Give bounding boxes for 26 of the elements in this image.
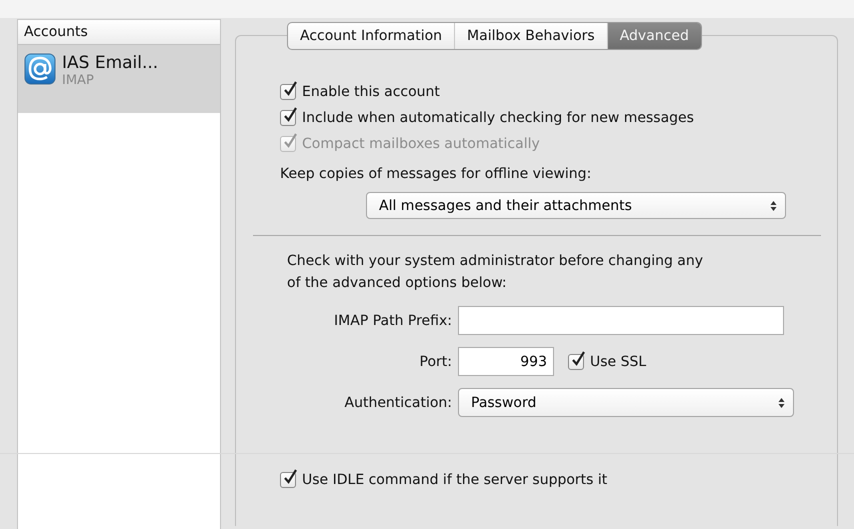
offline-label: Keep copies of messages for offline viewing: xyxy=(280,166,592,182)
authentication-label: Authentication: xyxy=(344,394,452,410)
account-item[interactable]: IAS Email... IMAP xyxy=(18,45,220,113)
checkbox[interactable] xyxy=(280,84,296,100)
offline-dropdown[interactable]: All messages and their attachments xyxy=(366,192,786,219)
checkbox[interactable] xyxy=(568,354,584,370)
admin-note: Check with your system administrator before changing any of the advanced options below: xyxy=(287,252,704,293)
checkbox[interactable] xyxy=(280,472,296,488)
path-prefix-label: IMAP Path Prefix: xyxy=(333,312,452,328)
account-type: IMAP xyxy=(62,73,95,88)
tab[interactable]: Account Information xyxy=(288,23,454,49)
path-prefix-field[interactable] xyxy=(458,306,784,335)
option-label: Include when automatically checking for new messages xyxy=(302,110,694,126)
tab[interactable]: Advanced xyxy=(606,23,701,49)
port-field[interactable]: 993 xyxy=(458,347,554,376)
checkbox[interactable] xyxy=(280,110,296,126)
stepper-arrows-icon xyxy=(778,396,785,408)
account-name: IAS Email... xyxy=(62,53,158,73)
stepper-arrows-icon xyxy=(770,200,777,212)
option-label: Enable this account xyxy=(302,84,440,100)
at-sign-icon xyxy=(24,53,56,85)
port-label: Port: xyxy=(418,354,452,370)
idle-label: Use IDLE command if the server supports it xyxy=(302,472,608,488)
authentication-dropdown[interactable]: Password xyxy=(458,388,794,417)
option-label: Compact mailboxes automatically xyxy=(302,136,540,152)
ssl-label: Use SSL xyxy=(590,354,646,370)
